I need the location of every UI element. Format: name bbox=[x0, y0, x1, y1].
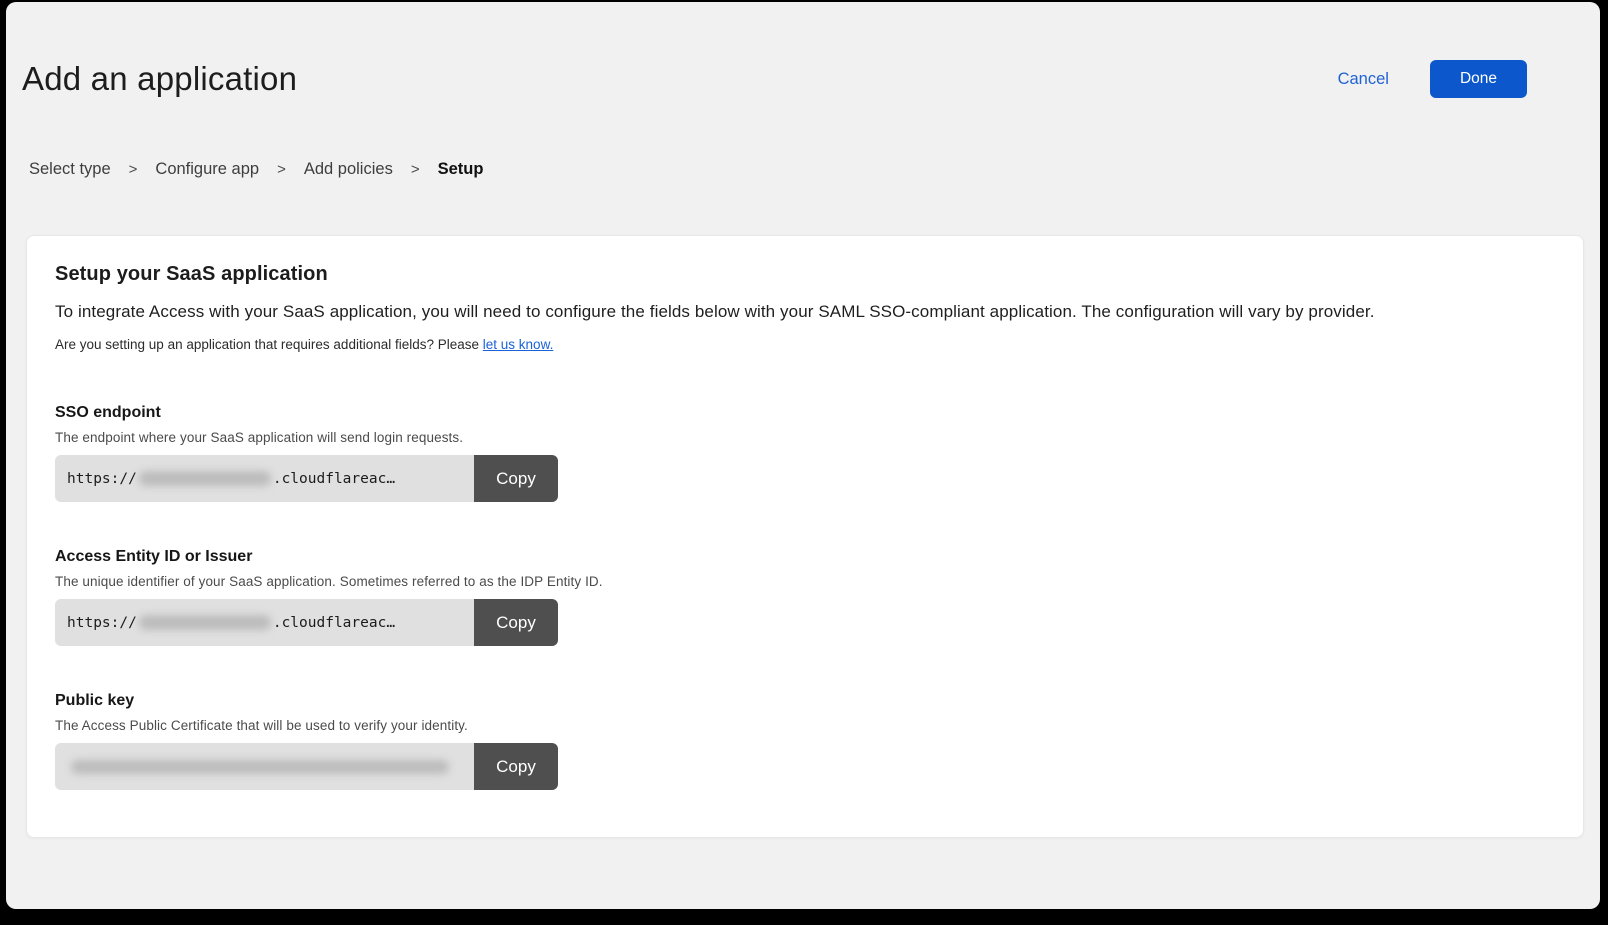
breadcrumb: Select type > Configure app > Add polici… bbox=[29, 160, 1584, 179]
public-key-copy-button[interactable]: Copy bbox=[474, 743, 558, 790]
access-entity-id-section: Access Entity ID or Issuer The unique id… bbox=[55, 548, 1555, 646]
redacted-value-blur bbox=[139, 615, 271, 630]
access-entity-id-value-prefix: https:// bbox=[67, 615, 137, 631]
access-entity-id-value-suffix: .cloudflareac… bbox=[273, 615, 395, 631]
redacted-value-blur bbox=[139, 471, 271, 486]
redacted-value-blur bbox=[71, 760, 449, 774]
breadcrumb-add-policies[interactable]: Add policies bbox=[304, 160, 393, 179]
public-key-row: Copy bbox=[55, 743, 558, 790]
card-heading: Setup your SaaS application bbox=[55, 263, 1555, 286]
public-key-description: The Access Public Certificate that will … bbox=[55, 718, 1555, 733]
cancel-button[interactable]: Cancel bbox=[1338, 70, 1389, 89]
app-window: Add an application Cancel Done Select ty… bbox=[6, 2, 1600, 909]
page-header: Add an application Cancel Done bbox=[22, 60, 1584, 98]
page-title: Add an application bbox=[22, 60, 297, 98]
breadcrumb-setup-current: Setup bbox=[438, 160, 484, 179]
access-entity-id-label: Access Entity ID or Issuer bbox=[55, 548, 1555, 566]
breadcrumb-configure-app[interactable]: Configure app bbox=[155, 160, 259, 179]
sso-endpoint-row: https:// .cloudflareac… Copy bbox=[55, 455, 558, 502]
public-key-label: Public key bbox=[55, 692, 1555, 710]
card-intro-text: To integrate Access with your SaaS appli… bbox=[55, 302, 1555, 322]
breadcrumb-select-type[interactable]: Select type bbox=[29, 160, 111, 179]
sso-endpoint-label: SSO endpoint bbox=[55, 404, 1555, 422]
card-note: Are you setting up an application that r… bbox=[55, 337, 1555, 352]
sso-endpoint-description: The endpoint where your SaaS application… bbox=[55, 430, 1555, 445]
public-key-value bbox=[55, 743, 474, 790]
access-entity-id-value: https:// .cloudflareac… bbox=[55, 599, 474, 646]
access-entity-id-row: https:// .cloudflareac… Copy bbox=[55, 599, 558, 646]
breadcrumb-separator: > bbox=[411, 161, 420, 178]
setup-card: Setup your SaaS application To integrate… bbox=[26, 235, 1584, 838]
access-entity-id-copy-button[interactable]: Copy bbox=[474, 599, 558, 646]
done-button[interactable]: Done bbox=[1430, 60, 1527, 98]
sso-endpoint-value: https:// .cloudflareac… bbox=[55, 455, 474, 502]
sso-endpoint-value-suffix: .cloudflareac… bbox=[273, 471, 395, 487]
header-actions: Cancel Done bbox=[1338, 60, 1527, 98]
let-us-know-link[interactable]: let us know. bbox=[483, 337, 554, 352]
card-note-text: Are you setting up an application that r… bbox=[55, 337, 483, 352]
breadcrumb-separator: > bbox=[277, 161, 286, 178]
sso-endpoint-copy-button[interactable]: Copy bbox=[474, 455, 558, 502]
sso-endpoint-section: SSO endpoint The endpoint where your Saa… bbox=[55, 404, 1555, 502]
access-entity-id-description: The unique identifier of your SaaS appli… bbox=[55, 574, 1555, 589]
sso-endpoint-value-prefix: https:// bbox=[67, 471, 137, 487]
breadcrumb-separator: > bbox=[129, 161, 138, 178]
public-key-section: Public key The Access Public Certificate… bbox=[55, 692, 1555, 790]
